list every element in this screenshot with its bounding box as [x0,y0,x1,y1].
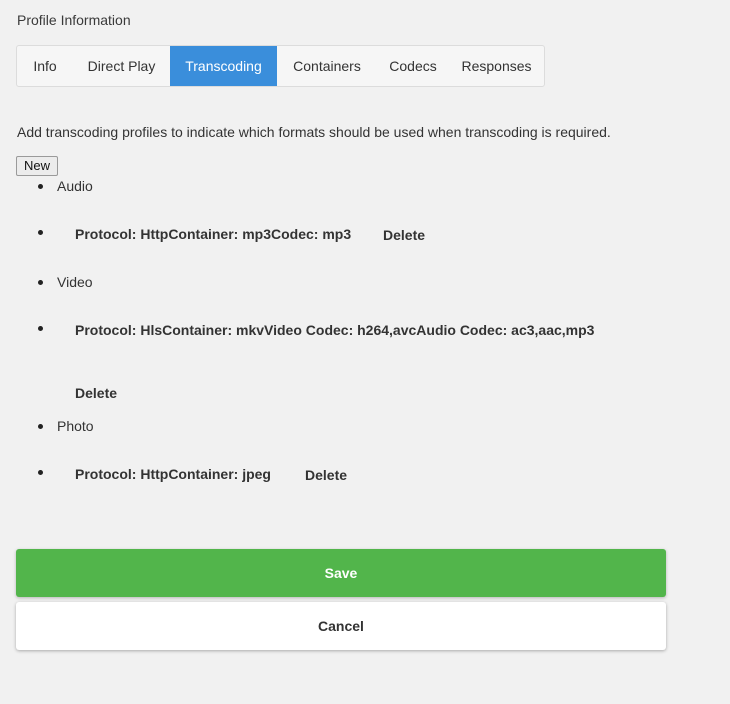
section-title: Profile Information [17,12,131,28]
tab-direct-play[interactable]: Direct Play [73,46,170,86]
photo-profile-delete-button[interactable]: Delete [305,467,347,483]
new-profile-button[interactable]: New [16,156,59,176]
tab-codecs[interactable]: Codecs [377,46,449,86]
bullet-icon [38,230,43,235]
category-photo-label: Photo [57,418,94,434]
bullet-icon [38,424,43,429]
category-audio-label: Audio [57,178,93,194]
tab-transcoding[interactable]: Transcoding [170,46,277,86]
bullet-icon [38,470,43,475]
video-profile-details: Protocol: HlsContainer: mkvVideo Codec: … [75,322,595,338]
tab-info[interactable]: Info [17,46,73,86]
video-profile-delete-button[interactable]: Delete [75,385,117,401]
tab-responses[interactable]: Responses [449,46,544,86]
bullet-icon [38,184,43,189]
audio-profile-details: Protocol: HttpContainer: mp3Codec: mp3 [75,226,352,242]
bullet-icon [38,280,43,285]
audio-profile-delete-button[interactable]: Delete [383,227,425,243]
cancel-button[interactable]: Cancel [16,602,666,650]
bullet-icon [38,326,43,331]
tab-containers[interactable]: Containers [277,46,377,86]
transcoding-description: Add transcoding profiles to indicate whi… [17,124,611,140]
profile-tabs: Info Direct Play Transcoding Containers … [16,45,545,87]
save-button[interactable]: Save [16,549,666,597]
profile-page: Profile Information Info Direct Play Tra… [0,0,730,704]
photo-profile-details: Protocol: HttpContainer: jpeg [75,466,271,482]
category-video-label: Video [57,274,93,290]
